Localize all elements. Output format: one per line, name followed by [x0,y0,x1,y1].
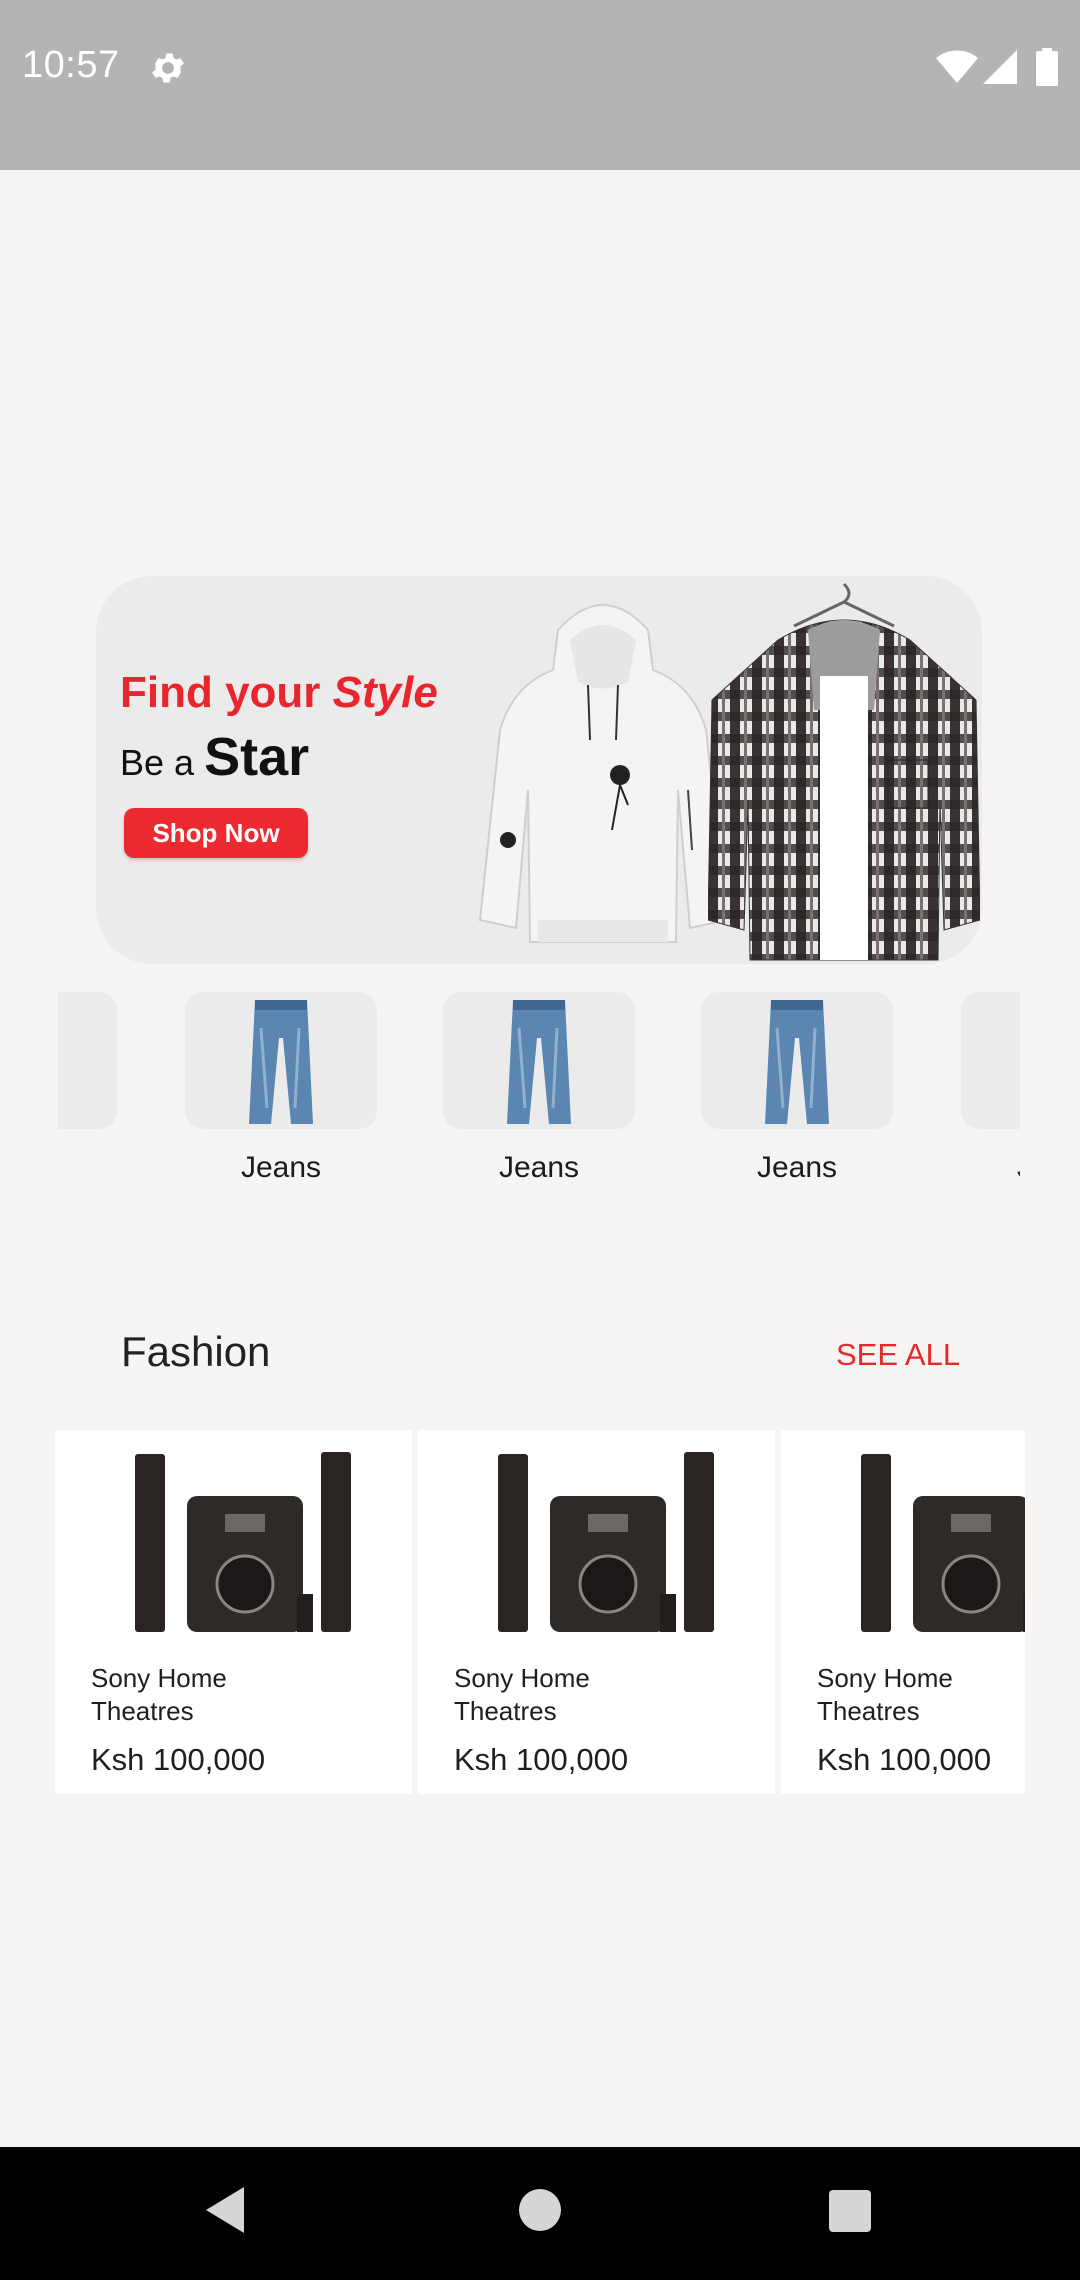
jeans-image [249,1000,313,1124]
category-thumbnail [58,992,117,1129]
product-card[interactable]: Sony Home Theatres Ksh 100,000 [418,1430,775,1794]
banner-sub-emphasis: Star [204,727,310,787]
category-item-jeans[interactable]: Jeans [961,992,1020,1185]
banner-headline-emphasis: Style [332,668,438,717]
product-price: Ksh 100,000 [817,1742,992,1777]
back-icon[interactable] [204,2185,248,2235]
category-item-jeans[interactable]: Jeans [701,992,893,1185]
shop-now-button[interactable]: Shop Now [124,808,308,858]
home-theatre-image [498,1452,714,1632]
flannel-shirt-image [708,582,980,961]
category-item-jeans[interactable]: Jeans [185,992,377,1185]
status-bar: 10:57 [0,0,1080,170]
product-card[interactable]: Sony Home Theatres Ksh 100,000 [55,1430,412,1794]
product-name: Sony Home Theatres [454,1663,590,1726]
jeans-image [765,1000,829,1124]
recents-icon[interactable] [829,2190,871,2232]
hoodie-image [478,604,728,943]
category-thumbnail [185,992,377,1129]
category-label: Jeans [961,1151,1020,1185]
home-theatre-image [861,1454,1025,1632]
category-carousel[interactable]: Jeans Jeans Jeans Jeans [58,992,1020,1202]
home-theatre-image [135,1452,351,1632]
product-card[interactable]: Sony Home Theatres Ksh 100,000 [781,1430,1025,1794]
wifi-icon [936,50,978,83]
battery-icon [1036,48,1058,86]
navigation-bar [0,2147,1080,2280]
category-label: Jeans [498,1151,580,1184]
product-price: Ksh 100,000 [91,1742,266,1777]
banner-headline: Find your Style [120,668,438,718]
status-time: 10:57 [22,44,120,86]
category-thumbnail [701,992,893,1129]
banner-subheadline: Be a Star [120,726,309,788]
category-label: Jeans [240,1151,322,1184]
banner-sub-prefix: Be a [120,742,205,783]
section-title: Fashion [121,1328,271,1375]
banner-headline-prefix: Find your [120,668,333,717]
jeans-image [507,1000,571,1124]
product-name: Sony Home Theatres [91,1663,227,1726]
home-icon[interactable] [519,2189,561,2231]
category-thumbnail [443,992,635,1129]
category-item-jeans[interactable]: Jeans [443,992,635,1185]
product-price: Ksh 100,000 [454,1742,629,1777]
promo-banner[interactable]: Find your Style Be a Star Shop Now [96,576,982,964]
category-thumbnail [961,992,1020,1129]
cell-signal-icon [983,50,1017,84]
see-all-link[interactable]: SEE ALL [836,1337,960,1373]
product-carousel[interactable]: Sony Home Theatres Ksh 100,000 Sony Home… [55,1430,1025,1794]
product-name: Sony Home Theatres [817,1663,953,1726]
category-item[interactable] [58,992,117,1151]
gear-icon [152,53,184,83]
category-label: Jeans [756,1151,838,1184]
